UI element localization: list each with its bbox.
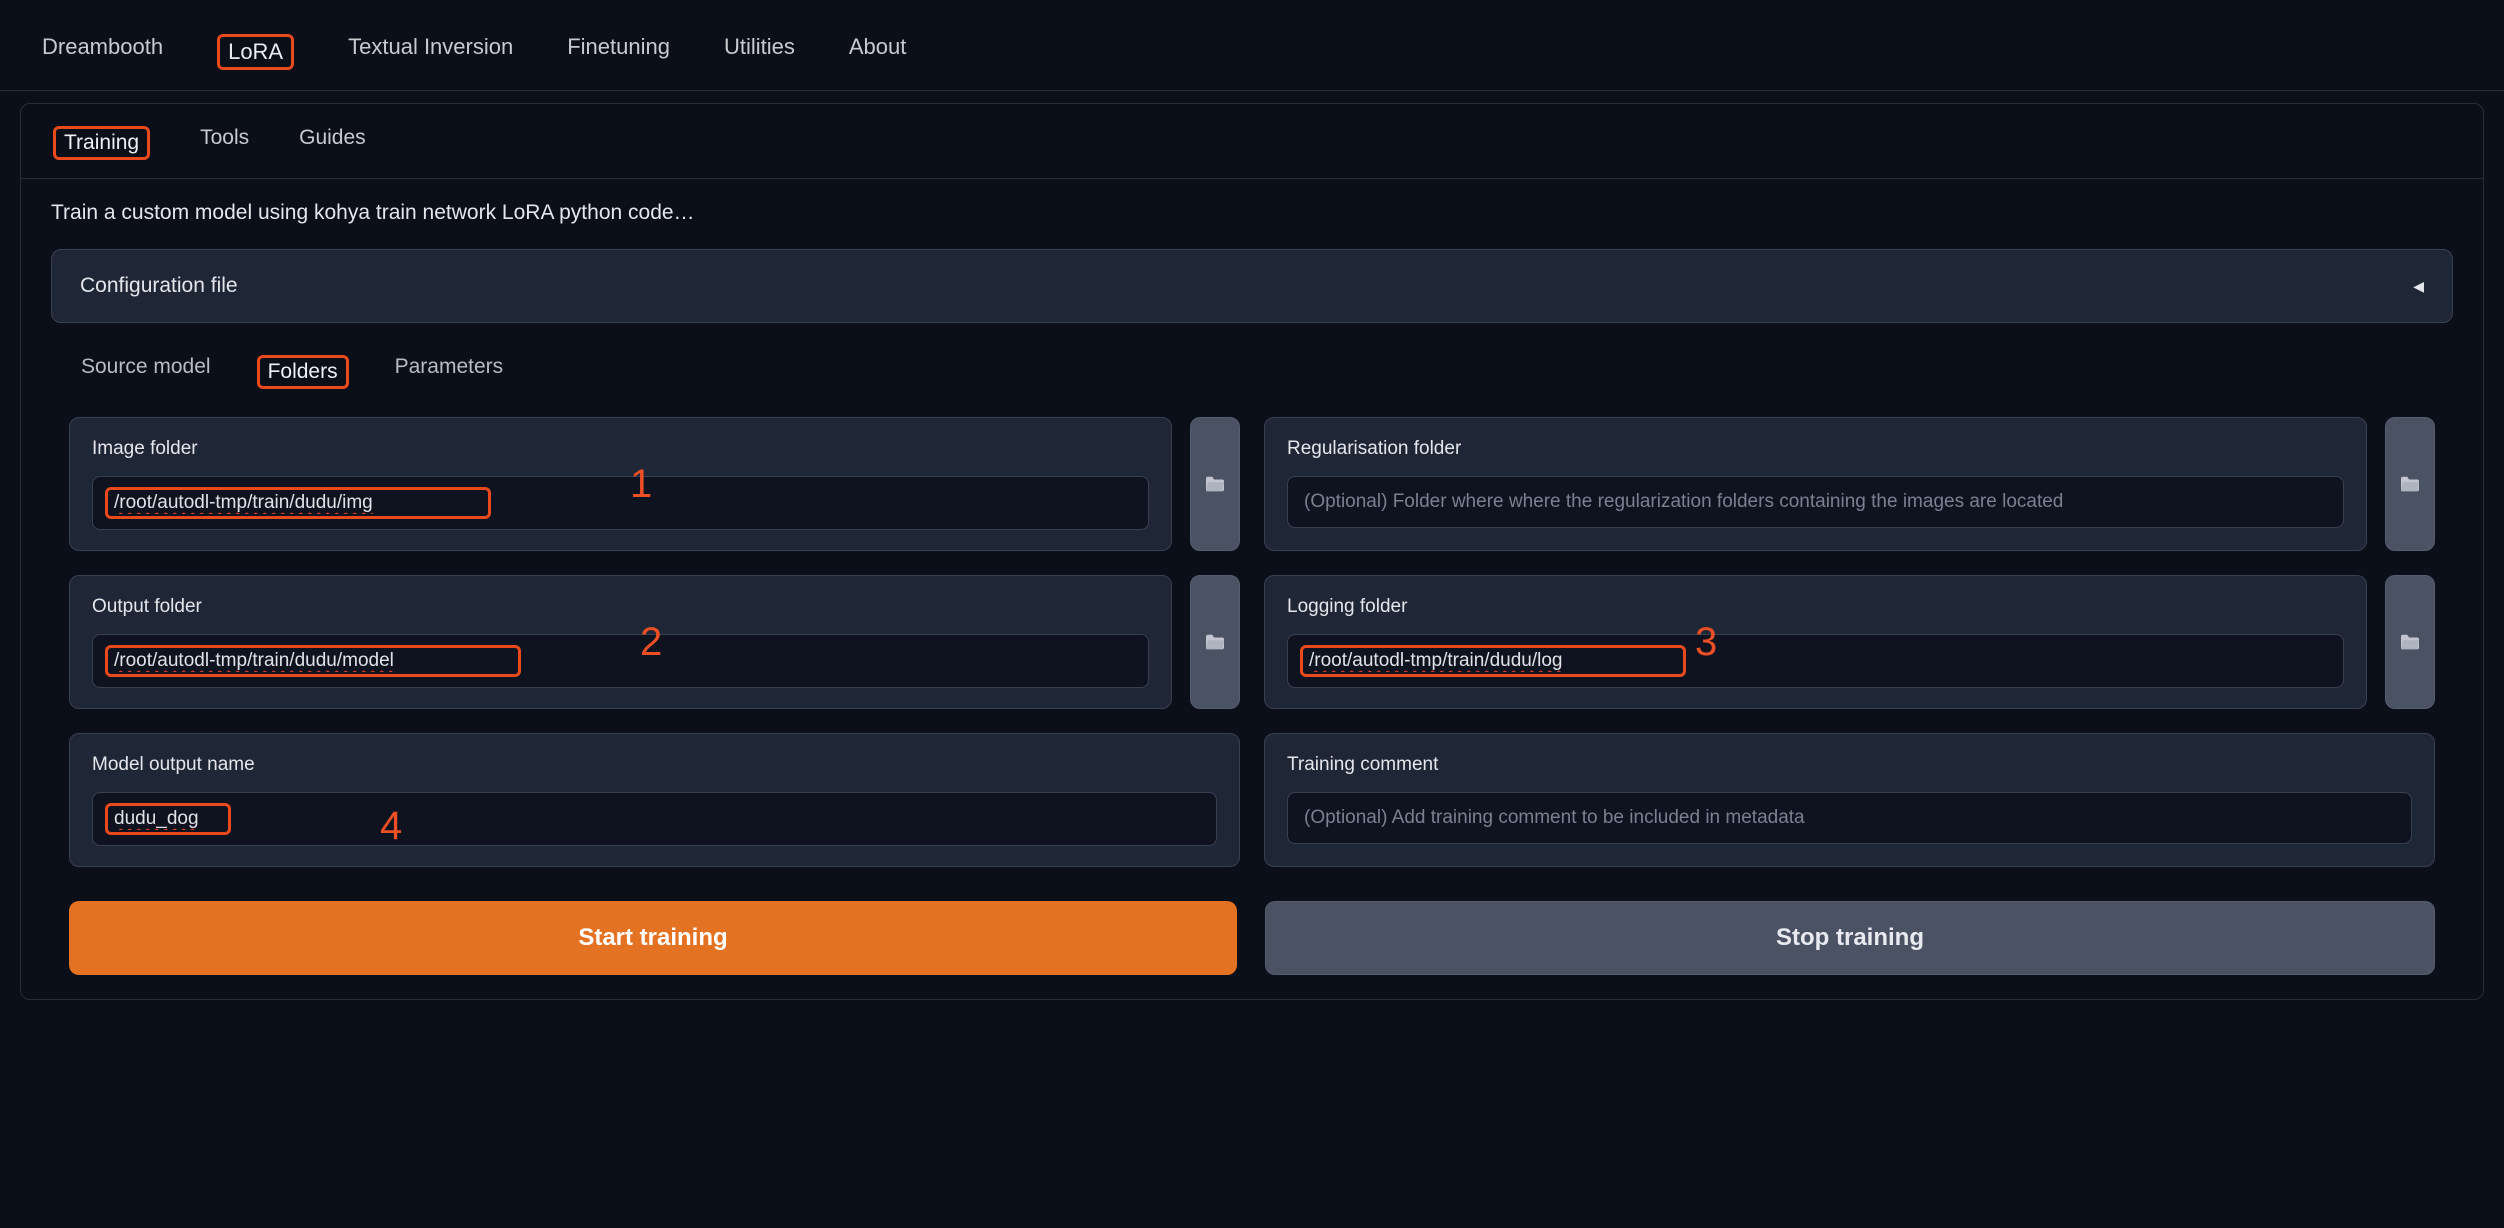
output-folder-field: Output folder 2 [69,575,1172,709]
main-panel: Training Tools Guides Train a custom mod… [20,103,2484,1000]
subtab-training-highlight: Training [53,126,150,160]
logging-folder-group: Logging folder 3 [1264,575,2435,709]
top-tabs: Dreambooth LoRA Textual Inversion Finetu… [0,0,2504,91]
folder-icon [2399,475,2421,493]
image-folder-input[interactable] [108,490,488,516]
model-name-input-wrapper[interactable] [92,792,1217,846]
output-folder-label: Output folder [92,596,1149,618]
sub-tabs: Training Tools Guides [21,104,2483,179]
image-folder-highlight [105,487,491,519]
tab-utilities[interactable]: Utilities [718,24,801,90]
logging-folder-field: Logging folder 3 [1264,575,2367,709]
logging-folder-highlight [1300,645,1686,677]
output-folder-input[interactable] [108,648,518,674]
row-1: Image folder 1 Regularisation folder [69,417,2435,551]
reg-folder-label: Regularisation folder [1287,438,2344,460]
model-name-highlight [105,803,231,835]
image-folder-browse-button[interactable] [1190,417,1240,551]
output-folder-browse-button[interactable] [1190,575,1240,709]
tab-finetuning[interactable]: Finetuning [561,24,676,90]
training-comment-input[interactable] [1287,792,2412,844]
reg-folder-field: Regularisation folder [1264,417,2367,551]
subtab-guides[interactable]: Guides [295,122,370,164]
folder-rows: Image folder 1 Regularisation folder [21,407,2483,867]
subtab-tools[interactable]: Tools [196,122,253,164]
image-folder-group: Image folder 1 [69,417,1240,551]
row-2: Output folder 2 Logging folder [69,575,2435,709]
innertab-source-model[interactable]: Source model [75,351,217,393]
training-comment-field: Training comment [1264,733,2435,867]
collapse-icon: ◀ [2413,278,2424,295]
inner-tabs: Source model Folders Parameters [21,323,2483,407]
logging-folder-input-wrapper[interactable] [1287,634,2344,688]
folder-icon [1204,475,1226,493]
model-name-label: Model output name [92,754,1217,776]
config-file-accordion[interactable]: Configuration file ◀ [51,249,2453,323]
subtab-training[interactable]: Training [49,122,154,164]
model-name-field: Model output name 4 [69,733,1240,867]
tab-textual-inversion[interactable]: Textual Inversion [342,24,519,90]
model-name-input[interactable] [108,806,228,832]
row-3: Model output name 4 Training comment [69,733,2435,867]
reg-folder-input[interactable] [1287,476,2344,528]
reg-folder-browse-button[interactable] [2385,417,2435,551]
image-folder-label: Image folder [92,438,1149,460]
image-folder-input-wrapper[interactable] [92,476,1149,530]
image-folder-field: Image folder 1 [69,417,1172,551]
innertab-folders-highlight: Folders [257,355,349,389]
tab-dreambooth[interactable]: Dreambooth [36,24,169,90]
logging-folder-browse-button[interactable] [2385,575,2435,709]
output-folder-highlight [105,645,521,677]
output-folder-group: Output folder 2 [69,575,1240,709]
folder-icon [2399,633,2421,651]
training-comment-label: Training comment [1287,754,2412,776]
logging-folder-input[interactable] [1303,648,1683,674]
config-file-label: Configuration file [80,274,238,298]
action-buttons: Start training Stop training [21,891,2483,975]
tab-lora-highlight: LoRA [217,34,294,70]
start-training-button[interactable]: Start training [69,901,1237,975]
tab-about[interactable]: About [843,24,913,90]
reg-folder-group: Regularisation folder [1264,417,2435,551]
description-text: Train a custom model using kohya train n… [21,179,2483,249]
innertab-folders[interactable]: Folders [251,351,355,393]
output-folder-input-wrapper[interactable] [92,634,1149,688]
stop-training-button[interactable]: Stop training [1265,901,2435,975]
folder-icon [1204,633,1226,651]
tab-lora[interactable]: LoRA [211,24,300,90]
innertab-parameters[interactable]: Parameters [389,351,510,393]
logging-folder-label: Logging folder [1287,596,2344,618]
